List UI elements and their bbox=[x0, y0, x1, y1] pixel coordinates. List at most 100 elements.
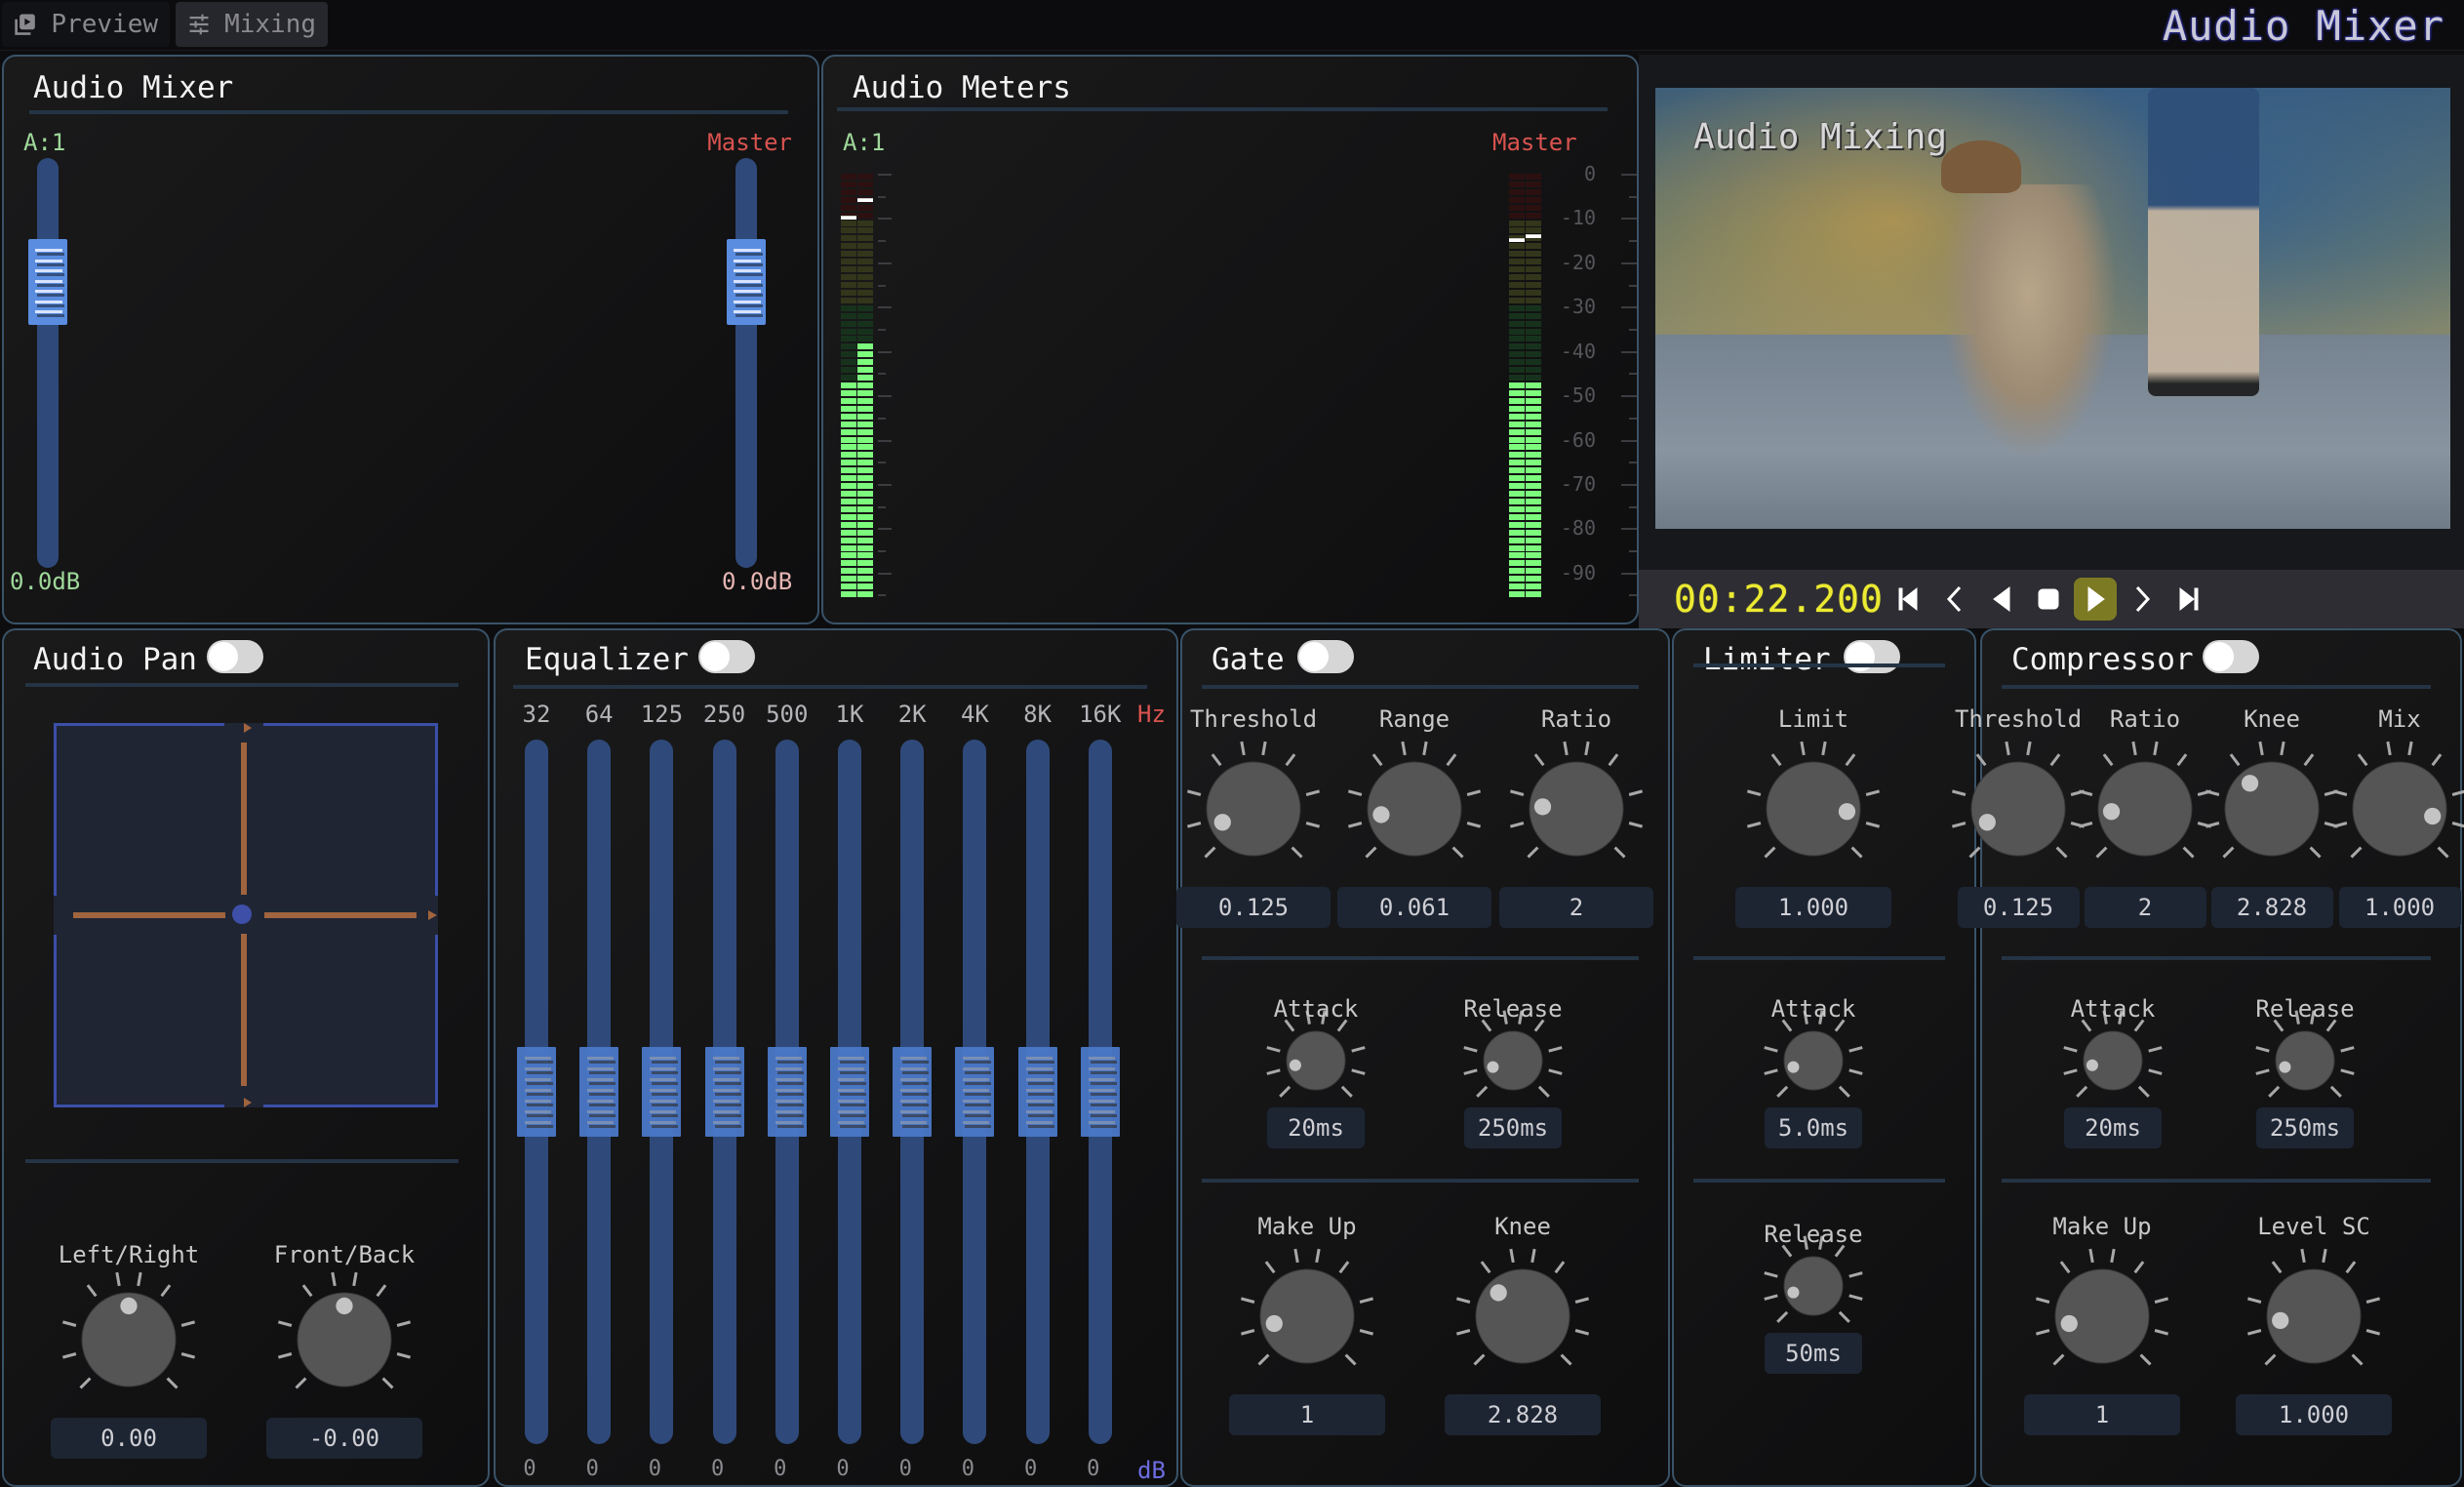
divider bbox=[1202, 685, 1639, 689]
meter-segment bbox=[841, 174, 856, 180]
eq-band-handle[interactable] bbox=[579, 1047, 619, 1137]
compressor-make-up-knob[interactable] bbox=[2026, 1240, 2178, 1392]
gate-make-up-value-field[interactable]: 1 bbox=[1229, 1394, 1385, 1435]
knob-tick bbox=[381, 1377, 394, 1389]
gate-enable-toggle[interactable] bbox=[1297, 640, 1354, 673]
knob-tick bbox=[2026, 741, 2032, 756]
compressor-ratio-value-field[interactable]: 2 bbox=[2084, 887, 2206, 928]
fader-handle-a1[interactable] bbox=[28, 239, 67, 325]
pan-left-right-value-field[interactable]: 0.00 bbox=[51, 1418, 207, 1459]
eq-band-handle[interactable] bbox=[1017, 1047, 1057, 1137]
play-reverse-icon bbox=[1993, 586, 2010, 612]
compressor-level-sc-value-field[interactable]: 1.000 bbox=[2236, 1394, 2392, 1435]
gate-attack-value-field[interactable]: 20ms bbox=[1267, 1107, 1365, 1148]
skip-to-end-button[interactable] bbox=[2167, 578, 2210, 621]
limiter-release-value-field[interactable]: 50ms bbox=[1765, 1333, 1862, 1374]
gate-threshold-value-field[interactable]: 0.125 bbox=[1176, 887, 1331, 928]
meter-segment bbox=[1526, 227, 1541, 234]
meter-segment bbox=[1526, 483, 1541, 490]
fader-track-master[interactable] bbox=[735, 158, 757, 568]
eq-grip-line bbox=[963, 1078, 990, 1081]
meter-scale-tick bbox=[1621, 395, 1637, 398]
knob-tick bbox=[1628, 822, 1644, 828]
gate-ratio-knob[interactable] bbox=[1500, 733, 1652, 885]
compressor-mix-value-field[interactable]: 1.000 bbox=[2338, 887, 2461, 928]
eq-band-handle[interactable] bbox=[893, 1047, 933, 1137]
eq-band-handle[interactable] bbox=[1080, 1047, 1120, 1137]
play-button[interactable] bbox=[2074, 578, 2117, 621]
gate-range-knob[interactable] bbox=[1338, 733, 1490, 885]
eq-band-handle[interactable] bbox=[704, 1047, 744, 1137]
step-forward-button[interactable] bbox=[2121, 578, 2164, 621]
pan-left-right-knob[interactable] bbox=[53, 1264, 205, 1416]
eq-grip-line bbox=[900, 1078, 928, 1081]
gate-attack-label: Attack bbox=[1273, 995, 1359, 1023]
compressor-release-value-field[interactable]: 250ms bbox=[2256, 1107, 2354, 1148]
meter-segment bbox=[841, 266, 856, 273]
equalizer-enable-toggle[interactable] bbox=[698, 640, 755, 673]
tab-preview[interactable]: Preview bbox=[2, 2, 170, 47]
eq-band-handle[interactable] bbox=[642, 1047, 682, 1137]
knob-body bbox=[1970, 761, 2066, 857]
meter-scale-tick bbox=[1621, 174, 1637, 176]
fader-grip-line bbox=[35, 269, 62, 272]
pan-enable-toggle[interactable] bbox=[207, 640, 263, 673]
gate-range-value-field[interactable]: 0.061 bbox=[1337, 887, 1491, 928]
pan-position-handle[interactable] bbox=[232, 904, 252, 924]
meter-segment bbox=[841, 243, 856, 250]
meter-segment bbox=[857, 529, 873, 536]
pan-xy-pad[interactable] bbox=[54, 723, 438, 1107]
compressor-mix-knob[interactable] bbox=[2324, 733, 2464, 885]
eq-band-handle[interactable] bbox=[830, 1047, 869, 1137]
pan-front-back-value-field[interactable]: -0.00 bbox=[266, 1418, 422, 1459]
compressor-enable-toggle[interactable] bbox=[2203, 640, 2259, 673]
meter-segment bbox=[1526, 591, 1541, 598]
gate-make-up-knob[interactable] bbox=[1231, 1240, 1383, 1392]
limiter-enable-toggle[interactable] bbox=[1844, 640, 1900, 673]
knob-tick bbox=[61, 1320, 77, 1327]
meter-segment bbox=[841, 336, 856, 342]
gate-threshold-knob[interactable] bbox=[1177, 733, 1330, 885]
knob-tick bbox=[2255, 1046, 2270, 1053]
fader-track-a1[interactable] bbox=[37, 158, 59, 568]
fader-grip-line bbox=[734, 310, 761, 313]
gate-knee-knob[interactable] bbox=[1447, 1240, 1599, 1392]
fader-handle-master[interactable] bbox=[727, 239, 766, 325]
gate-ratio-value-field[interactable]: 2 bbox=[1499, 887, 1653, 928]
eq-band-handle[interactable] bbox=[517, 1047, 556, 1137]
meter-segment bbox=[1509, 428, 1525, 435]
compressor-level-sc-knob[interactable] bbox=[2238, 1240, 2390, 1392]
compressor-threshold-value-field[interactable]: 0.125 bbox=[1957, 887, 2080, 928]
eq-band-handle[interactable] bbox=[767, 1047, 807, 1137]
meter-segment bbox=[1509, 436, 1525, 443]
eq-band-handle[interactable] bbox=[955, 1047, 995, 1137]
eq-grip-line bbox=[650, 1110, 677, 1113]
meter-segment bbox=[1526, 304, 1541, 311]
meter-scale-tick bbox=[1621, 261, 1637, 264]
knob-body bbox=[2224, 761, 2320, 857]
meter-segment bbox=[841, 343, 856, 350]
eq-grip-line bbox=[1088, 1110, 1115, 1113]
compressor-knee-value-field[interactable]: 2.828 bbox=[2210, 887, 2333, 928]
step-back-button[interactable] bbox=[1933, 578, 1976, 621]
tab-mixing[interactable]: Mixing bbox=[176, 2, 328, 47]
gate-knee-value-field[interactable]: 2.828 bbox=[1445, 1394, 1601, 1435]
compressor-attack-value-field[interactable]: 20ms bbox=[2064, 1107, 2162, 1148]
knob-tick bbox=[1279, 1085, 1292, 1098]
skip-to-start-button[interactable] bbox=[1887, 578, 1929, 621]
eq-grip-line bbox=[838, 1121, 864, 1124]
limiter-limit-knob[interactable] bbox=[1737, 733, 1889, 885]
gate-release-value-field[interactable]: 250ms bbox=[1464, 1107, 1562, 1148]
pan-front-back-knob[interactable] bbox=[268, 1264, 420, 1416]
meter-segment bbox=[857, 227, 873, 234]
knob-indicator bbox=[1978, 814, 1996, 831]
limiter-attack-value-field[interactable]: 5.0ms bbox=[1765, 1107, 1862, 1148]
stop-button[interactable] bbox=[2027, 578, 2070, 621]
compressor-make-up-value-field[interactable]: 1 bbox=[2024, 1394, 2180, 1435]
play-reverse-button[interactable] bbox=[1980, 578, 2023, 621]
meter-segment bbox=[1509, 475, 1525, 482]
meter-segment bbox=[1509, 297, 1525, 303]
knob-tick bbox=[396, 1320, 412, 1327]
meter-segment bbox=[1509, 204, 1525, 211]
limiter-limit-value-field[interactable]: 1.000 bbox=[1735, 887, 1891, 928]
